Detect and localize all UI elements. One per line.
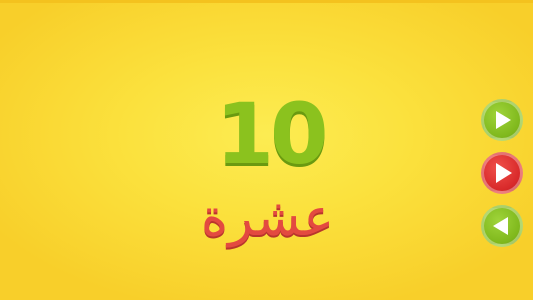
back-button[interactable] [481, 205, 523, 247]
back-arrow-icon [493, 217, 508, 235]
number-word-arabic: عشرة [200, 188, 335, 248]
play-sound-button[interactable] [481, 152, 523, 194]
play-icon [496, 163, 512, 183]
next-button[interactable] [481, 99, 523, 141]
next-arrow-icon [496, 111, 511, 129]
number-numeral: 10 [215, 85, 329, 183]
game-stage: 10 عشرة [0, 0, 533, 300]
top-border [0, 0, 533, 3]
